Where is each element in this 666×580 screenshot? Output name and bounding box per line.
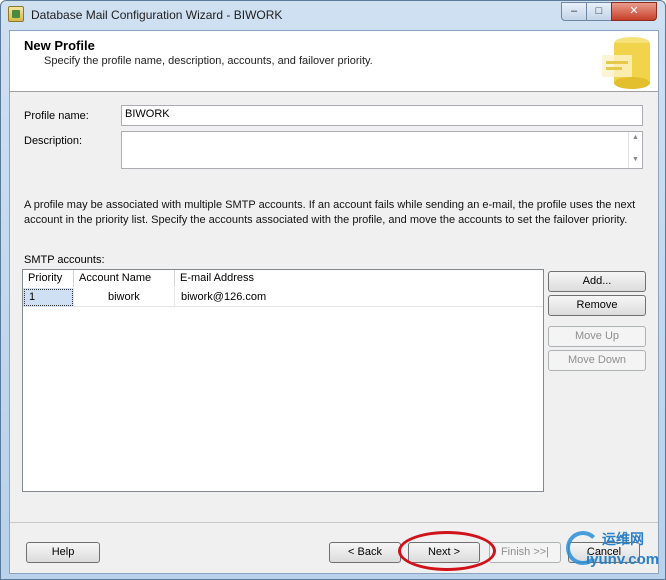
smtp-accounts-label: SMTP accounts: bbox=[24, 254, 105, 266]
database-banner-icon bbox=[602, 37, 650, 89]
remove-account-button[interactable]: Remove bbox=[548, 295, 646, 316]
back-button[interactable]: < Back bbox=[329, 542, 401, 563]
move-down-button[interactable]: Move Down bbox=[548, 350, 646, 371]
move-up-button[interactable]: Move Up bbox=[548, 326, 646, 347]
add-account-button[interactable]: Add... bbox=[548, 271, 646, 292]
scroll-down-icon[interactable]: ▼ bbox=[629, 156, 642, 163]
title-bar[interactable]: Database Mail Configuration Wizard - BIW… bbox=[1, 1, 665, 29]
description-scrollbar[interactable]: ▲ ▼ bbox=[628, 132, 642, 168]
profile-name-label: Profile name: bbox=[24, 110, 89, 122]
wizard-header: New Profile Specify the profile name, de… bbox=[10, 31, 658, 92]
footer-divider bbox=[10, 522, 658, 523]
watermark-logo: 运维网 iyunv.com bbox=[566, 527, 660, 573]
page-title: New Profile bbox=[24, 38, 95, 53]
help-button[interactable]: Help bbox=[26, 542, 100, 563]
next-button-highlight-ring bbox=[398, 531, 496, 571]
database-mail-app-icon bbox=[8, 6, 24, 22]
column-header-account-name[interactable]: Account Name bbox=[74, 270, 175, 287]
wizard-body: New Profile Specify the profile name, de… bbox=[9, 30, 659, 574]
page-subtitle: Specify the profile name, description, a… bbox=[44, 55, 373, 67]
maximize-button[interactable]: □ bbox=[586, 2, 612, 21]
table-row[interactable]: 1 biwork biwork@126.com bbox=[23, 288, 543, 307]
column-header-email[interactable]: E-mail Address bbox=[175, 270, 543, 287]
description-label: Description: bbox=[24, 135, 83, 147]
row-email-cell[interactable]: biwork@126.com bbox=[175, 288, 543, 307]
wizard-window: Database Mail Configuration Wizard - BIW… bbox=[0, 0, 666, 580]
smtp-accounts-grid[interactable]: Priority Account Name E-mail Address 1 b… bbox=[22, 269, 544, 492]
row-account-name-cell[interactable]: biwork bbox=[74, 288, 175, 307]
watermark-chinese-text: 运维网 bbox=[602, 531, 644, 547]
minimize-button[interactable]: – bbox=[561, 2, 587, 21]
column-header-priority[interactable]: Priority bbox=[23, 270, 74, 287]
row-priority-cell[interactable]: 1 bbox=[23, 288, 74, 307]
scroll-up-icon[interactable]: ▲ bbox=[629, 134, 642, 141]
finish-button[interactable]: Finish >>| bbox=[489, 542, 561, 563]
grid-header: Priority Account Name E-mail Address bbox=[23, 270, 543, 287]
profile-name-input[interactable]: BIWORK bbox=[121, 105, 643, 126]
profile-help-text: A profile may be associated with multipl… bbox=[24, 199, 636, 226]
close-button[interactable]: ✕ bbox=[611, 2, 657, 21]
description-input[interactable]: ▲ ▼ bbox=[121, 131, 643, 169]
watermark-url-text: iyunv.com bbox=[586, 551, 660, 568]
window-title: Database Mail Configuration Wizard - BIW… bbox=[31, 8, 283, 22]
